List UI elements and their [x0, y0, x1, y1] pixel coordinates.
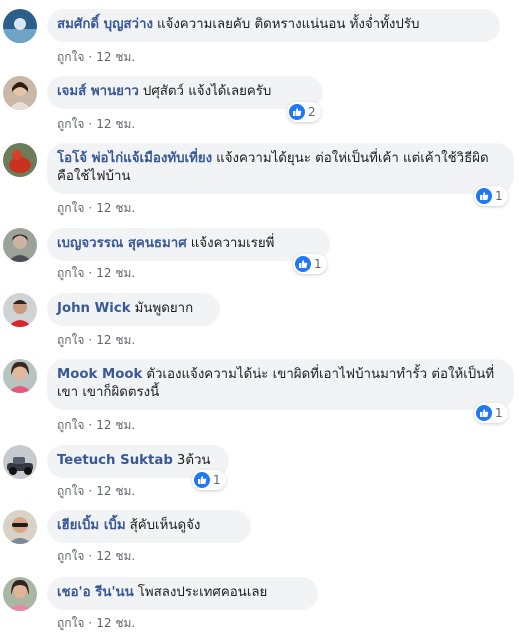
comment-time[interactable]: 12 ชม. [96, 484, 135, 498]
comment-time[interactable]: 12 ชม. [96, 333, 135, 347]
reaction-count[interactable]: 1 [192, 470, 226, 490]
reaction-count[interactable]: 1 [474, 403, 508, 423]
reaction-count[interactable]: 1 [474, 186, 508, 206]
avatar[interactable] [3, 359, 37, 393]
comment-meta: ถูกใจ · 12 ชม. [57, 48, 135, 67]
comment-author[interactable]: โอโจ้ พ่อไก่แจ้เมืองทับเที่ยง [57, 151, 212, 166]
separator-dot: · [88, 50, 93, 64]
separator-dot: · [88, 117, 93, 131]
like-link[interactable]: ถูกใจ [57, 50, 84, 64]
comment-meta: ถูกใจ · 12 ชม. [57, 614, 135, 633]
thumbs-up-icon [295, 256, 311, 272]
comment-time[interactable]: 12 ชม. [96, 50, 135, 64]
comment-text: มันพูดยาก [134, 301, 194, 316]
like-link[interactable]: ถูกใจ [57, 266, 84, 280]
comment-time[interactable]: 12 ชม. [96, 201, 135, 215]
separator-dot: · [88, 266, 93, 280]
comment-meta: ถูกใจ · 12 ชม. [57, 264, 135, 283]
like-link[interactable]: ถูกใจ [57, 418, 84, 432]
comment-author[interactable]: เชอ'อ รีน'นน [57, 585, 134, 600]
thumbs-up-icon [194, 472, 210, 488]
reaction-number: 1 [213, 473, 221, 487]
comment-author[interactable]: เฮียเบิ้ม เบิ้ม [57, 518, 126, 533]
comment-text: 3ต้วน [176, 453, 211, 468]
separator-dot: · [88, 333, 93, 347]
reaction-number: 1 [495, 189, 503, 203]
avatar[interactable] [3, 577, 37, 611]
avatar[interactable] [3, 76, 37, 110]
comment-author[interactable]: สมศักดิ์ บุญสว่าง [57, 17, 153, 32]
comment-bubble: โอโจ้ พ่อไก่แจ้เมืองทับเที่ยง แจ้งความได้… [47, 143, 514, 194]
like-link[interactable]: ถูกใจ [57, 117, 84, 131]
comment-author[interactable]: เบญจวรรณ สุคนธมาศ [57, 236, 187, 251]
comment-time[interactable]: 12 ชม. [96, 418, 135, 432]
comment-meta: ถูกใจ · 12 ชม. [57, 482, 135, 501]
reaction-number: 1 [314, 257, 322, 271]
avatar[interactable] [3, 293, 37, 327]
thumbs-up-icon [476, 405, 492, 421]
comment-bubble: เจมส์ พานยาว ปศุสัตว์ แจ้งได้เลยครับ [47, 76, 323, 109]
comment-meta: ถูกใจ · 12 ชม. [57, 115, 135, 134]
comment-time[interactable]: 12 ชม. [96, 549, 135, 563]
comment-meta: ถูกใจ · 12 ชม. [57, 547, 135, 566]
comment-bubble: Mook Mook ตัวเองแจ้งความได้น่ะ เขาผิดที่เ… [47, 359, 514, 410]
comment-bubble: สมศักดิ์ บุญสว่าง แจ้งความเลยคับ ติดหรางแ… [47, 9, 500, 42]
like-link[interactable]: ถูกใจ [57, 333, 84, 347]
comment-bubble: เฮียเบิ้ม เบิ้ม สุ้คับเห็นดูจัง [47, 510, 251, 543]
separator-dot: · [88, 418, 93, 432]
reaction-count[interactable]: 2 [287, 102, 321, 122]
comment-author[interactable]: Teetuch Suktab [57, 453, 173, 468]
thumbs-up-icon [289, 104, 305, 120]
comment-text: แจ้งความเลยคับ ติดหรางแน่นอน ทั้งจ่ำทั้ง… [156, 17, 420, 32]
reaction-number: 2 [308, 105, 316, 119]
separator-dot: · [88, 201, 93, 215]
comment-author[interactable]: John Wick [57, 301, 131, 316]
like-link[interactable]: ถูกใจ [57, 484, 84, 498]
comment-time[interactable]: 12 ชม. [96, 117, 135, 131]
comment-author[interactable]: เจมส์ พานยาว [57, 84, 139, 99]
comment-bubble: John Wick มันพูดยาก [47, 293, 220, 326]
like-link[interactable]: ถูกใจ [57, 616, 84, 630]
comment-meta: ถูกใจ · 12 ชม. [57, 416, 135, 435]
comment-meta: ถูกใจ · 12 ชม. [57, 199, 135, 218]
separator-dot: · [88, 549, 93, 563]
avatar[interactable] [3, 445, 37, 479]
separator-dot: · [88, 484, 93, 498]
comment-author[interactable]: Mook Mook [57, 367, 142, 382]
separator-dot: · [88, 616, 93, 630]
like-link[interactable]: ถูกใจ [57, 201, 84, 215]
comment-meta: ถูกใจ · 12 ชม. [57, 331, 135, 350]
reaction-count[interactable]: 1 [293, 254, 327, 274]
avatar[interactable] [3, 228, 37, 262]
thumbs-up-icon [476, 188, 492, 204]
reaction-number: 1 [495, 406, 503, 420]
comment-text: โพสลงประเทศคอนเลย [137, 585, 268, 600]
comment-text: สุ้คับเห็นดูจัง [129, 518, 201, 533]
avatar[interactable] [3, 143, 37, 177]
avatar[interactable] [3, 9, 37, 43]
like-link[interactable]: ถูกใจ [57, 549, 84, 563]
comment-bubble: เชอ'อ รีน'นน โพสลงประเทศคอนเลย [47, 577, 318, 610]
comment-time[interactable]: 12 ชม. [96, 616, 135, 630]
avatar[interactable] [3, 510, 37, 544]
comment-time[interactable]: 12 ชม. [96, 266, 135, 280]
comment-bubble: เบญจวรรณ สุคนธมาศ แจ้งความเรยพี่ [47, 228, 330, 261]
comment-text: แจ้งความเรยพี่ [190, 236, 275, 251]
comment-text: ปศุสัตว์ แจ้งได้เลยครับ [142, 84, 272, 99]
